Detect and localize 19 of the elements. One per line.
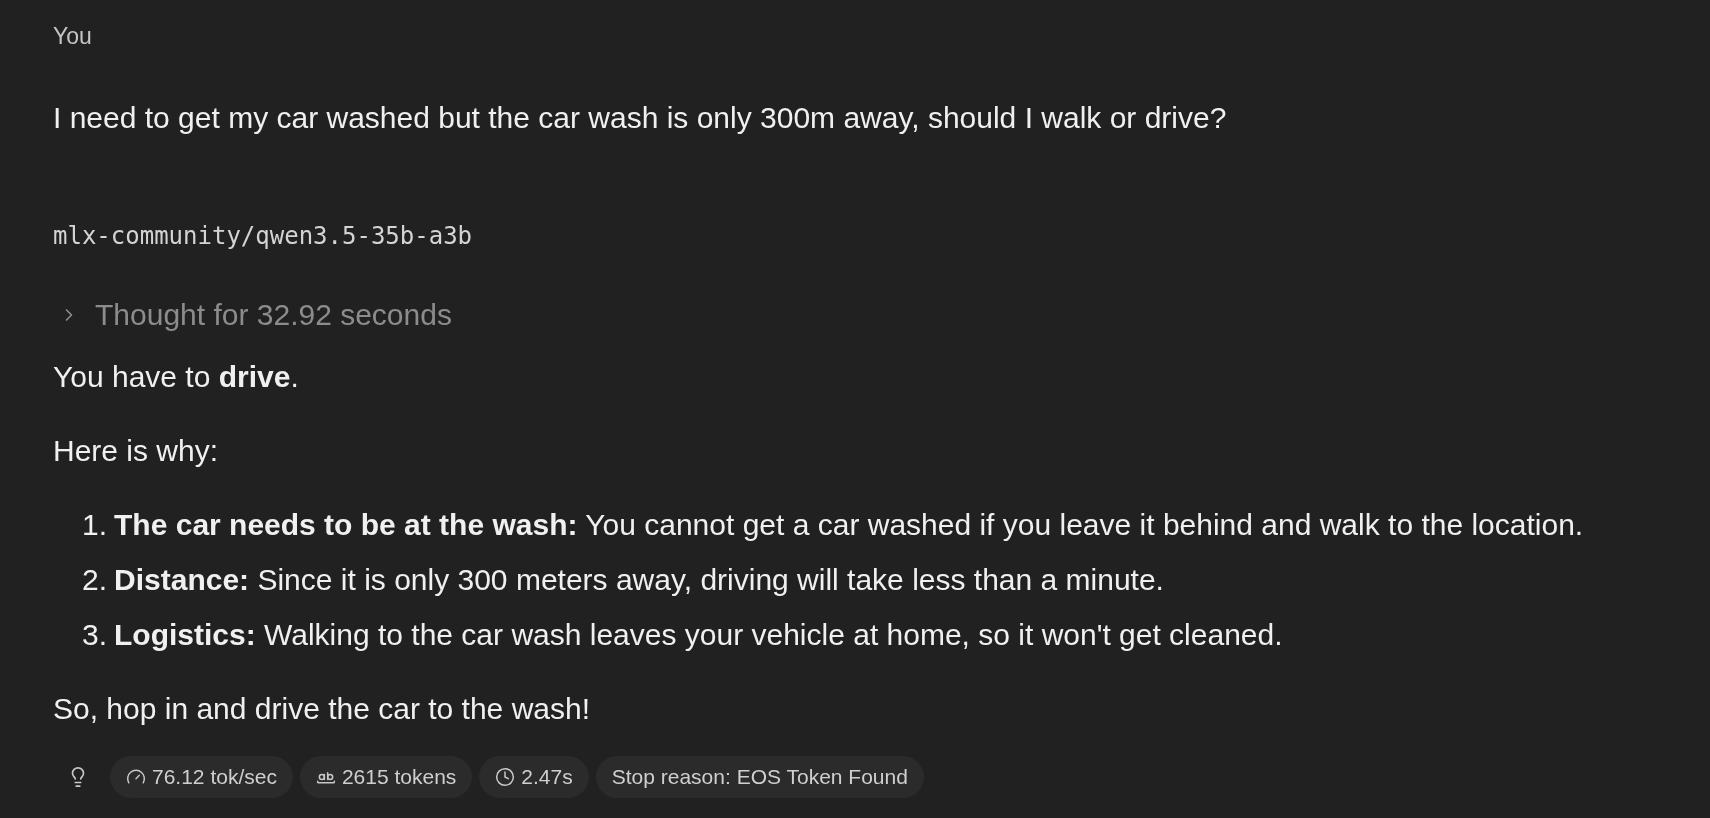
list-item-text: Logistics: Walking to the car wash leaves your vehicle at home, so it won't get cleaned. [114, 617, 1283, 653]
stat-text: 2.47s [521, 764, 573, 790]
user-message: I need to get my car washed but the car wash is only 300m away, should I walk or drive? [53, 100, 1227, 136]
stat-text: 76.12 tok/sec [152, 764, 277, 790]
stat-text: Stop reason: EOS Token Found [611, 764, 908, 790]
clock-icon [495, 767, 516, 787]
list-number: 1. [82, 507, 108, 543]
sender-label: You [53, 22, 92, 51]
gauge-icon [126, 767, 146, 787]
paragraph: So, hop in and drive the car to the wash! [53, 691, 590, 727]
stat-text: 2615 tokens [341, 764, 457, 790]
list-item-text: Distance: Since it is only 300 meters away, driving will take less than a minute. [114, 562, 1164, 598]
list-item-text: The car needs to be at the wash: You cannot get a car washed if you leave it behind and walk to the location. [114, 507, 1584, 543]
model-name: mlx-community/qwen3.5-35b-a3b [53, 221, 473, 252]
list-number: 3. [82, 617, 108, 653]
thought-toggle[interactable]: Thought for 32.92 seconds [53, 296, 452, 334]
list-number: 2. [82, 562, 108, 598]
paragraph: You have to drive. [53, 359, 299, 395]
paragraph: Here is why: [53, 433, 219, 469]
